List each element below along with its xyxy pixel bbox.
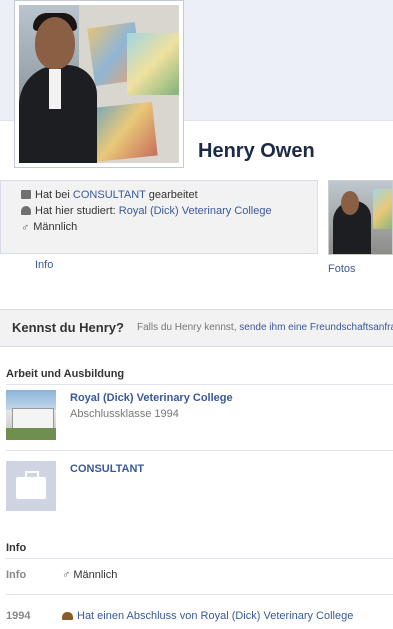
school-image[interactable]	[6, 390, 56, 440]
briefcase-icon	[21, 190, 31, 199]
study-link[interactable]: Royal (Dick) Veterinary College	[119, 205, 272, 217]
info-heading: Info	[6, 542, 27, 554]
year-label: 1994	[6, 610, 31, 622]
male-icon: ♂	[21, 222, 30, 234]
school-detail: Abschlussklasse 1994	[70, 408, 179, 420]
profile-photo-image	[19, 5, 179, 163]
know-title: Kennst du Henry?	[12, 320, 124, 335]
graduation-row: Hat einen Abschluss von Royal (Dick) Vet…	[62, 610, 353, 622]
graduation-cap-icon	[62, 612, 73, 620]
briefcase-icon	[6, 461, 56, 511]
school-name[interactable]: Royal (Dick) Veterinary College	[70, 392, 233, 404]
work-education-heading: Arbeit und Ausbildung	[6, 368, 125, 380]
tab-fotos[interactable]: Fotos	[328, 263, 356, 275]
know-text: Falls du Henry kennst, sende ihm eine Fr…	[137, 322, 393, 333]
study-line: Hat hier studiert: Royal (Dick) Veterina…	[21, 205, 272, 217]
work-link[interactable]: CONSULTANT	[73, 189, 146, 201]
graduation-cap-icon	[21, 206, 31, 215]
work-suffix: gearbeitet	[145, 189, 198, 201]
employer-name[interactable]: CONSULTANT	[70, 463, 144, 475]
friend-request-bar: Kennst du Henry? Falls du Henry kennst, …	[0, 309, 393, 347]
profile-name: Henry Owen	[198, 140, 315, 162]
profile-picture[interactable]	[14, 0, 184, 168]
divider	[6, 558, 393, 559]
gender-value: Männlich	[33, 221, 78, 233]
study-prefix: Hat hier studiert:	[35, 205, 119, 217]
graduation-text[interactable]: Hat einen Abschluss von Royal (Dick) Vet…	[77, 610, 353, 622]
know-text-prefix: Falls du Henry kennst,	[137, 322, 240, 333]
gender-line: ♂ Männlich	[21, 221, 77, 234]
divider	[6, 450, 393, 451]
tab-info[interactable]: Info	[35, 259, 53, 271]
work-prefix: Hat bei	[35, 189, 73, 201]
info-row-value: ♂ Männlich	[62, 569, 117, 581]
work-line: Hat bei CONSULTANT gearbeitet	[21, 189, 198, 201]
male-icon: ♂	[62, 569, 71, 581]
info-summary-box: Hat bei CONSULTANT gearbeitet Hat hier s…	[0, 180, 318, 254]
gender-text: Männlich	[73, 569, 118, 581]
photo-thumbnail[interactable]	[328, 180, 393, 255]
friend-request-link[interactable]: sende ihm eine Freundschaftsanfrage	[239, 322, 393, 333]
divider	[6, 594, 393, 595]
info-row-label: Info	[6, 569, 27, 581]
divider	[6, 384, 393, 385]
